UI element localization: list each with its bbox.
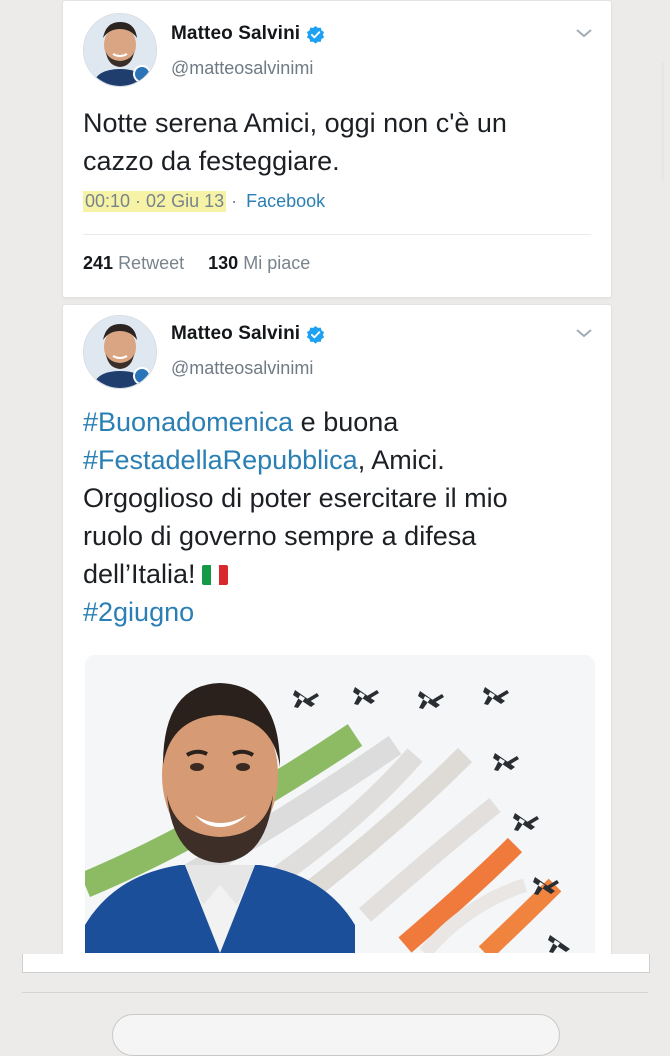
retweet-count[interactable]: 241	[83, 253, 113, 273]
divider	[22, 992, 648, 993]
text-line-2: #FestadellaRepubblica, Amici.	[83, 441, 581, 479]
reply-input[interactable]	[112, 1014, 560, 1056]
tweet-card-2[interactable]: Matteo Salvini @matteosalvinimi #Buonado…	[62, 304, 612, 956]
retweet-label[interactable]: Retweet	[118, 253, 184, 273]
text-line-6: #2giugno	[83, 593, 581, 631]
author-handle[interactable]: @matteosalvinimi	[171, 358, 313, 379]
screenshot-page: Matteo Salvini @matteosalvinimi Notte se…	[0, 0, 670, 1056]
timestamp[interactable]: 00:10 · 02 Giu 13	[83, 191, 227, 212]
hashtag-link[interactable]: #2giugno	[83, 597, 194, 627]
tweet-stats: 241 Retweet 130 Mi piace	[83, 253, 310, 274]
scrollbar[interactable]	[661, 61, 664, 181]
verified-badge-icon	[306, 25, 325, 44]
next-card-edge	[22, 954, 650, 973]
text-fragment: , Amici.	[357, 445, 445, 475]
hashtag-link[interactable]: #Buonadomenica	[83, 407, 293, 437]
author-row: Matteo Salvini	[171, 323, 325, 345]
author-row: Matteo Salvini	[171, 23, 325, 45]
author-name[interactable]: Matteo Salvini	[171, 323, 300, 345]
avatar[interactable]	[83, 13, 157, 87]
avatar[interactable]	[83, 315, 157, 389]
like-label[interactable]: Mi piace	[243, 253, 310, 273]
italy-flag-icon	[201, 565, 228, 585]
text-line-5: dell’Italia!	[83, 555, 581, 593]
chevron-down-icon[interactable]	[575, 27, 593, 39]
tweet-card-1[interactable]: Matteo Salvini @matteosalvinimi Notte se…	[62, 0, 664, 298]
author-name[interactable]: Matteo Salvini	[171, 23, 300, 45]
divider	[83, 234, 591, 235]
meta-separator: ·	[226, 191, 243, 211]
profile-photo-icon	[84, 316, 156, 388]
photo-salvini-frecce-tricolori-icon	[85, 655, 595, 953]
text-fragment: dell’Italia!	[83, 559, 196, 589]
verified-badge-icon	[306, 325, 325, 344]
text-line-4: ruolo di governo sempre a difesa	[83, 521, 477, 551]
author-handle[interactable]: @matteosalvinimi	[171, 58, 313, 79]
tweet-media[interactable]	[85, 655, 595, 953]
source-link[interactable]: Facebook	[246, 191, 325, 212]
tweet-text: Notte serena Amici, oggi non c'è un cazz…	[83, 108, 507, 176]
tweet-text: #Buonadomenica e buona #FestadellaRepubb…	[83, 403, 581, 631]
tweet-meta: 00:10 · 02 Giu 13 · Facebook	[83, 191, 325, 212]
hashtag-link[interactable]: #FestadellaRepubblica	[83, 445, 358, 475]
chevron-down-icon[interactable]	[575, 327, 593, 339]
profile-photo-icon	[84, 14, 156, 86]
text-line-1: #Buonadomenica e buona	[83, 403, 581, 441]
like-count[interactable]: 130	[208, 253, 238, 273]
text-line-3: Orgoglioso di poter esercitare il mio	[83, 483, 508, 513]
text-fragment: e buona	[293, 407, 399, 437]
